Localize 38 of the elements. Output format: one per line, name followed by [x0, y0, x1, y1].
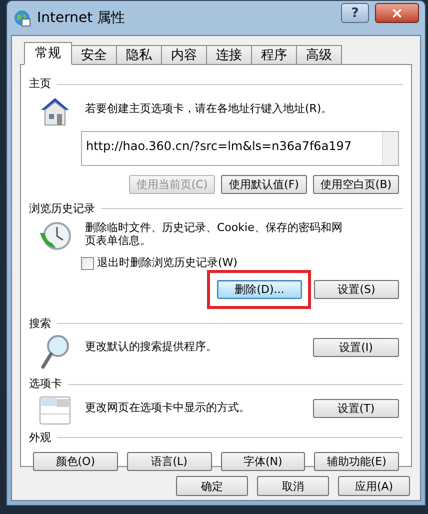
tab[interactable]: 内容: [161, 45, 207, 65]
checkbox-label[interactable]: 退出时删除浏览历史记录(W): [97, 255, 238, 272]
description-text: 删除临时文件、历史记录、Cookie、保存的密码和网页表单信息。: [85, 221, 344, 249]
button[interactable]: 取消: [257, 476, 329, 496]
button[interactable]: 辅助功能(E): [314, 452, 399, 471]
search-icon: [40, 334, 70, 370]
button[interactable]: 应用(A): [338, 476, 410, 496]
settings-button[interactable]: 设置(T): [313, 398, 399, 418]
help-button[interactable]: ?: [341, 3, 369, 23]
button[interactable]: 颜色(O): [33, 452, 118, 471]
section-heading: 外观: [29, 430, 51, 446]
tab[interactable]: 隐私: [116, 45, 162, 65]
button[interactable]: 设置(S): [314, 280, 399, 298]
clock-icon: [38, 221, 72, 251]
tab[interactable]: 程序: [251, 45, 297, 65]
tab[interactable]: 高级: [296, 45, 342, 65]
instruction-text: 若要创建主页选项卡，请在各地址行键入地址(R)。: [85, 100, 332, 116]
tabs-icon: [39, 394, 71, 424]
section-heading: 主页: [29, 76, 51, 92]
settings-button[interactable]: 设置(I): [313, 338, 399, 357]
description-text: 更改网页在选项卡中显示的方式。: [85, 400, 251, 416]
tab[interactable]: 连接: [206, 45, 252, 65]
tab[interactable]: 常规: [24, 42, 72, 65]
button[interactable]: 使用默认值(F): [221, 174, 307, 194]
checkbox[interactable]: [81, 256, 94, 270]
description-text: 更改默认的搜索提供程序。: [85, 339, 218, 355]
url-field[interactable]: http://hao.360.cn/?src=lm&ls=n36a7f6a197: [81, 130, 399, 166]
globe-icon: [13, 9, 31, 27]
button[interactable]: 字体(N): [220, 452, 306, 471]
section-heading: 选项卡: [29, 376, 62, 392]
tab[interactable]: 安全: [71, 45, 117, 65]
button[interactable]: 使用空白页(B): [313, 174, 399, 194]
button[interactable]: 语言(L): [126, 452, 212, 471]
section-heading: 浏览历史记录: [29, 200, 95, 216]
window-title: Internet 属性: [37, 8, 126, 28]
button[interactable]: 确定: [176, 476, 248, 496]
section-heading: 搜索: [29, 316, 51, 332]
button[interactable]: 删除(D)...: [217, 280, 302, 298]
